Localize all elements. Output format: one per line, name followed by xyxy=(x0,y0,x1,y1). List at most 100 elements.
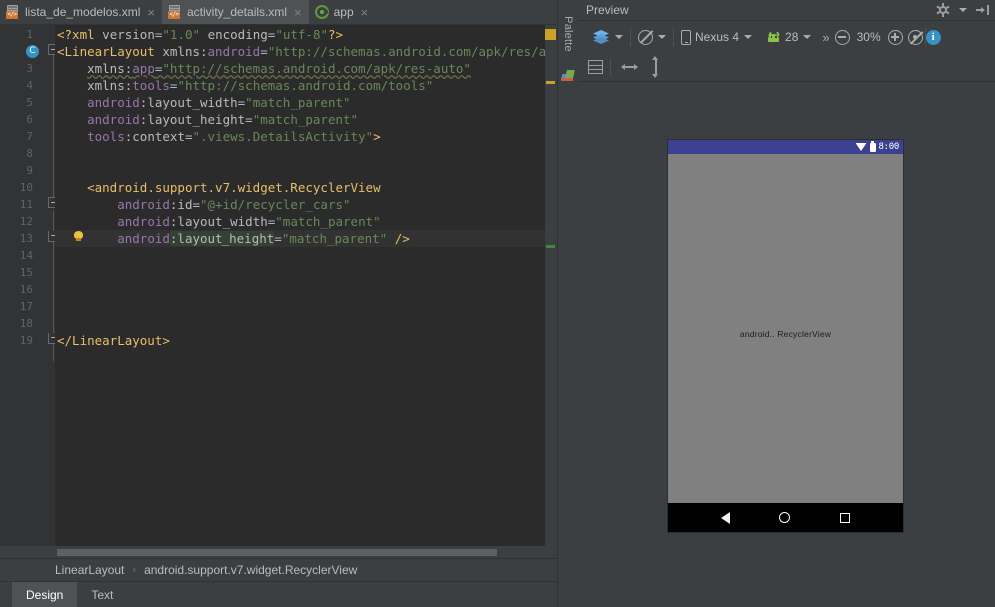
status-time: 8:00 xyxy=(878,142,900,152)
code-line: xmlns:app="http://schemas.android.com/ap… xyxy=(87,61,471,76)
palette-icon xyxy=(561,70,575,82)
expand-vertical-icon[interactable] xyxy=(650,56,662,78)
line-number: 4 xyxy=(26,79,33,92)
line-number: 6 xyxy=(26,113,33,126)
breadcrumb: LinearLayout › android.support.v7.widget… xyxy=(0,558,557,581)
code-line: android:layout_width="match_parent" xyxy=(117,214,381,229)
device-content-area[interactable]: android.. RecyclerView xyxy=(668,154,903,503)
zoom-out-icon[interactable] xyxy=(834,29,850,45)
line-number: 1 xyxy=(26,28,33,41)
preview-canvas[interactable]: 8:00 android.. RecyclerView xyxy=(578,82,995,607)
code-line: android:id="@+id/recycler_cars" xyxy=(117,197,351,212)
code-text-area[interactable]: <?xml version="1.0" encoding="utf-8"?> <… xyxy=(55,25,545,546)
tab-label: activity_details.xml xyxy=(186,5,288,19)
warning-marker[interactable] xyxy=(545,29,556,40)
chevron-down-icon[interactable] xyxy=(803,35,812,39)
close-icon[interactable]: × xyxy=(145,6,155,19)
line-number: 14 xyxy=(19,249,33,262)
module-icon xyxy=(314,5,329,19)
android-icon xyxy=(766,31,781,42)
tab-lista-de-modelos-xml[interactable]: </> lista_de_modelos.xml × xyxy=(0,0,162,24)
gear-icon[interactable] xyxy=(936,3,950,17)
code-line: <LinearLayout xmlns:android="http://sche… xyxy=(57,44,545,59)
line-number: 3 xyxy=(26,62,33,75)
info-icon[interactable]: i xyxy=(925,29,941,45)
close-icon[interactable]: × xyxy=(292,6,302,19)
palette-tool-strip[interactable]: Palette xyxy=(557,0,578,607)
line-number: 11 xyxy=(19,198,33,211)
api-level: 28 xyxy=(785,30,799,44)
line-number: 5 xyxy=(26,96,33,109)
chevron-down-icon[interactable] xyxy=(959,8,967,12)
device-status-bar: 8:00 xyxy=(668,140,903,154)
device-selector[interactable]: Nexus 4 xyxy=(674,29,759,45)
code-line: <?xml version="1.0" encoding="utf-8"?> xyxy=(57,27,344,42)
close-icon[interactable]: × xyxy=(359,6,369,19)
layers-button[interactable] xyxy=(586,30,630,44)
line-number: 10 xyxy=(19,181,33,194)
tab-text[interactable]: Text xyxy=(77,582,127,607)
device-name: Nexus 4 xyxy=(695,30,740,44)
layers-icon xyxy=(593,30,610,44)
editor-horizontal-scrollbar[interactable] xyxy=(0,546,557,558)
line-number: 13 xyxy=(19,232,33,245)
scrollbar-thumb[interactable] xyxy=(57,549,497,556)
editor-marker-strip[interactable] xyxy=(545,25,557,546)
tab-app[interactable]: app × xyxy=(308,0,376,24)
ok-marker[interactable] xyxy=(546,245,555,248)
code-line: tools:context=".views.DetailsActivity"> xyxy=(87,129,381,144)
toolbar-overflow-button[interactable]: » xyxy=(818,30,832,45)
device-navigation-bar xyxy=(668,503,903,532)
code-line: </LinearLayout> xyxy=(57,333,170,348)
tab-label: lista_de_modelos.xml xyxy=(25,5,141,19)
line-number: 18 xyxy=(19,317,33,330)
api-level-selector[interactable]: 28 xyxy=(759,30,818,44)
palette-label[interactable]: Palette xyxy=(562,16,574,52)
line-number: 7 xyxy=(26,130,33,143)
zoom-in-icon[interactable] xyxy=(887,29,903,45)
code-line: <android.support.v7.widget.RecyclerView xyxy=(87,180,381,195)
device-preview[interactable]: 8:00 android.. RecyclerView xyxy=(668,140,903,532)
breadcrumb-item-linearlayout[interactable]: LinearLayout xyxy=(55,563,124,577)
line-number: 9 xyxy=(26,164,33,177)
editor-pane: </> lista_de_modelos.xml × </> activity_… xyxy=(0,0,557,607)
editor-gutter[interactable]: 1 2 3 4 5 6 7 8 9 10 11 12 13 14 15 16 1… xyxy=(0,25,59,546)
orientation-button[interactable] xyxy=(631,29,673,45)
tab-design[interactable]: Design xyxy=(12,582,78,607)
nav-home-icon[interactable] xyxy=(779,512,791,523)
preview-title: Preview xyxy=(586,3,629,17)
class-marker-badge[interactable]: C xyxy=(26,45,39,58)
intention-bulb-icon[interactable] xyxy=(73,231,84,242)
recyclerview-placeholder: android.. RecyclerView xyxy=(739,329,832,339)
breadcrumb-item-recyclerview[interactable]: android.support.v7.widget.RecyclerView xyxy=(144,563,357,577)
editor-tab-bar: </> lista_de_modelos.xml × </> activity_… xyxy=(0,0,557,25)
code-line: xmlns:tools="http://schemas.android.com/… xyxy=(87,78,434,93)
chevron-down-icon[interactable] xyxy=(744,35,753,39)
collapse-panel-icon[interactable] xyxy=(976,4,989,16)
warning-marker[interactable] xyxy=(546,81,555,84)
tab-activity-details-xml[interactable]: </> activity_details.xml × xyxy=(161,0,309,24)
line-number: 16 xyxy=(19,283,33,296)
zoom-to-fit-icon[interactable] xyxy=(907,29,923,45)
nav-recents-icon[interactable] xyxy=(840,512,851,523)
editor-body: 1 2 3 4 5 6 7 8 9 10 11 12 13 14 15 16 1… xyxy=(0,25,557,546)
preview-toolbar-secondary xyxy=(578,53,995,82)
expand-horizontal-icon[interactable] xyxy=(621,61,638,73)
chevron-down-icon[interactable] xyxy=(658,35,666,39)
xml-file-icon: </> xyxy=(6,5,20,19)
phone-icon xyxy=(681,29,691,45)
wifi-icon xyxy=(855,143,867,151)
list-layout-icon[interactable] xyxy=(588,60,603,74)
battery-icon xyxy=(869,140,876,152)
preview-header: Preview xyxy=(578,0,995,20)
design-text-tab-bar: Design Text xyxy=(0,581,557,607)
chevron-down-icon[interactable] xyxy=(615,35,623,39)
line-number: 19 xyxy=(19,334,33,347)
nav-back-icon[interactable] xyxy=(720,511,730,524)
code-line-current: android:layout_height="match_parent" /> xyxy=(55,230,545,247)
